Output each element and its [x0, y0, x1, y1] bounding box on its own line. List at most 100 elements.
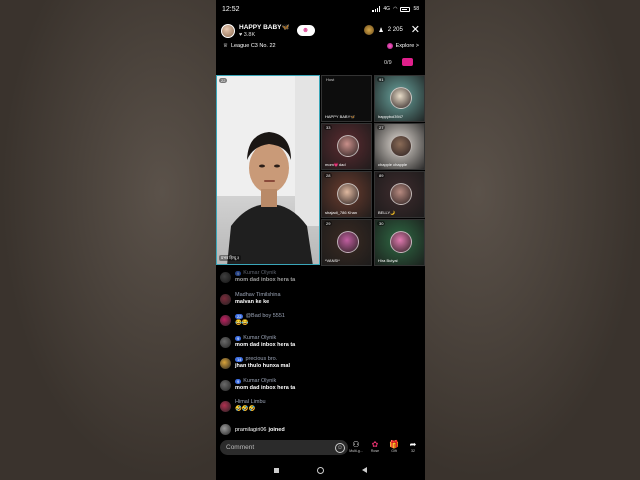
- guest-avatar: [337, 183, 359, 205]
- tile-name: HAPPY BABY🦋: [325, 114, 356, 119]
- viewer-count[interactable]: 2 205: [388, 27, 403, 33]
- chat-message[interactable]: Madhav Timilshina malvan ke ke: [220, 292, 281, 306]
- battery-level: 58: [413, 6, 419, 12]
- tile-name: mom💗dad: [325, 162, 346, 167]
- tile-name: BELLY🌙: [378, 210, 396, 215]
- chat-username[interactable]: Himal Limbu: [235, 399, 266, 406]
- person-icon: ♟: [378, 27, 384, 34]
- chat-message[interactable]: pramilagiri06 joined: [220, 422, 285, 435]
- host-likes-value: 3.8K: [243, 32, 256, 38]
- tile-name: shajadi_786 Khan: [325, 210, 358, 215]
- chat-message[interactable]: 9 Kumar Olynik mom dad inbox hera ta: [220, 335, 295, 349]
- user-level-badge: 9: [235, 271, 242, 276]
- chat-avatar[interactable]: [220, 424, 231, 435]
- back-icon[interactable]: [362, 467, 367, 473]
- home-icon[interactable]: [317, 466, 324, 474]
- emoji-icon[interactable]: ☺: [335, 442, 345, 453]
- host-likes: ♥ 3.8K: [239, 32, 256, 38]
- chat-username[interactable]: Kumar Olynik: [243, 270, 276, 277]
- chat-message[interactable]: 22 @Bad boy 5551 😂😂: [220, 313, 285, 327]
- tile-seat-number: 29: [324, 221, 333, 226]
- user-level-badge: 22: [235, 314, 244, 319]
- main-video-label: प्रभव हिन्दू ३: [219, 255, 242, 261]
- multi-guest-icon: ⚇: [352, 440, 360, 449]
- phone-screen: 12:52 4G ◠ 58 HAPPY BABY🦋 ♥ 3.8K ☻ ♟ 2 2…: [216, 0, 425, 480]
- chat-text: jhan thulo hunxa mal: [235, 363, 291, 369]
- tile-seat-number: 27: [377, 125, 386, 130]
- chat-avatar[interactable]: [220, 358, 231, 369]
- top-viewer-avatar[interactable]: [364, 25, 375, 35]
- guest-avatar: [390, 135, 412, 157]
- main-video-tile[interactable]: 22 प्रभव हिन्दू ३: [216, 75, 320, 265]
- user-level-badge: 9: [235, 336, 242, 341]
- chat-avatar[interactable]: [220, 401, 231, 412]
- chat-avatar[interactable]: [220, 380, 231, 391]
- guest-tile[interactable]: 30 Hira Butyal: [374, 219, 425, 266]
- guest-tile[interactable]: 28 shajadi_786 Khan: [321, 171, 372, 218]
- close-icon[interactable]: ✕: [411, 25, 420, 36]
- league-badge[interactable]: ♕ League C3 No. 22: [223, 43, 276, 49]
- chat-avatar[interactable]: [220, 315, 231, 326]
- guest-avatar: [390, 183, 412, 205]
- background-blur-right: [424, 0, 640, 480]
- guest-tile[interactable]: 91 happyboi3947: [374, 75, 425, 122]
- guest-tile[interactable]: 29 *VANSI*: [321, 219, 372, 266]
- chat-username[interactable]: Kumar Olynik: [243, 378, 276, 385]
- rose-button[interactable]: ✿ Rose: [368, 440, 382, 453]
- chat-username[interactable]: pramilagiri06: [235, 427, 267, 434]
- chat-message[interactable]: 14 precious bro. jhan thulo hunxa mal: [220, 356, 290, 370]
- follow-button[interactable]: ☻: [296, 25, 315, 36]
- host-profile[interactable]: HAPPY BABY🦋 ♥ 3.8K ☻: [221, 23, 315, 38]
- recents-icon[interactable]: [274, 467, 279, 473]
- system-nav-bar: [216, 460, 425, 480]
- wifi-icon: ◠: [393, 6, 398, 12]
- status-bar: 12:52 4G ◠ 58: [216, 0, 425, 18]
- chat-username[interactable]: Kumar Olynik: [243, 335, 276, 342]
- chat-text: 🤣🤣🤣: [235, 406, 256, 412]
- action-label: Multi-g...: [349, 449, 363, 453]
- guest-tile[interactable]: 33 mom💗dad: [321, 123, 372, 170]
- guest-avatar: [390, 87, 412, 109]
- tile-seat-number: 91: [377, 77, 386, 82]
- explore-icon: [386, 43, 393, 49]
- comment-placeholder: Comment: [226, 444, 255, 451]
- chat-text: mom dad inbox hera ta: [235, 342, 296, 348]
- chat-username[interactable]: @Bad boy 5551: [245, 313, 285, 320]
- status-time: 12:52: [222, 5, 240, 13]
- chat-username[interactable]: precious bro.: [245, 356, 277, 363]
- multi-guest-button[interactable]: ⚇ Multi-g...: [349, 440, 363, 453]
- user-level-badge: 14: [235, 357, 244, 362]
- explore-button[interactable]: Explore >: [386, 43, 419, 49]
- explore-label: Explore >: [395, 43, 419, 49]
- host-avatar[interactable]: [221, 23, 235, 38]
- chat-avatar[interactable]: [220, 272, 231, 283]
- comment-input[interactable]: Comment ☺: [220, 440, 348, 455]
- gift-icon: 🎁: [389, 440, 399, 449]
- guest-avatar: [337, 231, 359, 253]
- chat-avatar[interactable]: [220, 337, 231, 348]
- guest-tile[interactable]: 27 chapple chapple: [374, 123, 425, 170]
- share-button[interactable]: ➦ 32: [406, 440, 420, 453]
- tile-name: *VANSI*: [325, 258, 340, 263]
- host-video-figure: [217, 76, 319, 264]
- chat-message[interactable]: Himal Limbu 🤣🤣🤣: [220, 399, 266, 413]
- action-label: 32: [411, 449, 415, 453]
- action-label: Rose: [370, 449, 380, 453]
- network-label: 4G: [383, 6, 391, 12]
- user-level-badge: 9: [235, 379, 242, 384]
- chat-username[interactable]: Madhav Timilshina: [235, 292, 281, 299]
- chat-message[interactable]: 9 Kumar Olynik mom dad inbox hera ta: [220, 270, 295, 284]
- chat-avatar[interactable]: [220, 294, 231, 305]
- chat-message[interactable]: 9 Kumar Olynik mom dad inbox hera ta: [220, 378, 295, 392]
- host-name: HAPPY BABY🦋: [239, 24, 290, 31]
- league-label: League C3 No. 22: [230, 43, 276, 49]
- tile-seat-number: 33: [324, 125, 333, 130]
- gift-button[interactable]: 🎁 Gift: [387, 440, 401, 453]
- share-icon: ➦: [409, 440, 417, 449]
- chat-text: 😂😂: [235, 320, 249, 326]
- follow-icon: ☻: [301, 27, 310, 34]
- guest-tile[interactable]: 89 BELLY🌙: [374, 171, 425, 218]
- guest-tile-host[interactable]: Host HAPPY BABY🦋: [321, 75, 372, 122]
- main-video-seat-badge: 22: [219, 78, 228, 83]
- gift-goal-badge[interactable]: [402, 58, 414, 70]
